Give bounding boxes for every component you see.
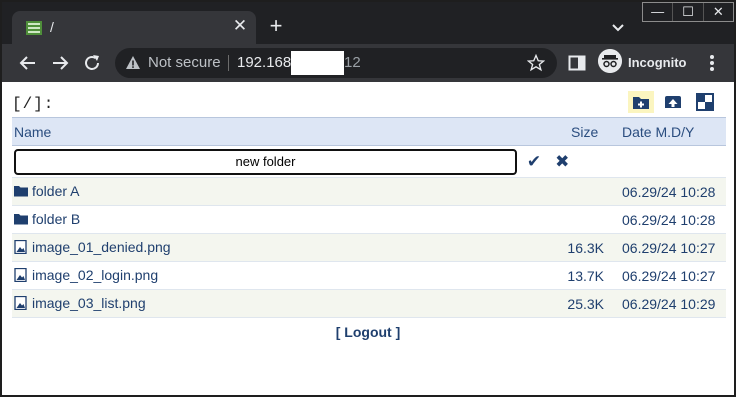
maximize-button[interactable]: ☐ bbox=[673, 3, 704, 21]
file-date: 06.29/24 10:27 bbox=[614, 261, 726, 290]
browser-toolbar: Not secure 192.168 12 Incognito bbox=[2, 44, 734, 82]
table-row[interactable]: image_03_list.png 25.3K 06.29/24 10:29 bbox=[12, 289, 726, 318]
file-name-link[interactable]: image_03_list.png bbox=[32, 295, 146, 311]
url-tail-text: 12 bbox=[344, 54, 361, 71]
checker-icon bbox=[696, 93, 714, 111]
url-redaction bbox=[291, 51, 344, 75]
file-name-link[interactable]: folder A bbox=[32, 183, 79, 199]
new-folder-button[interactable] bbox=[628, 91, 654, 113]
image-file-icon bbox=[14, 239, 27, 254]
table-row[interactable]: folder B 06.29/24 10:28 bbox=[12, 205, 726, 234]
tab-title: / bbox=[50, 19, 54, 35]
file-size bbox=[565, 205, 614, 234]
confirm-check-icon[interactable]: ✔ bbox=[527, 152, 541, 172]
file-toolbar bbox=[628, 91, 718, 115]
file-size: 13.7K bbox=[565, 261, 614, 290]
new-folder-row: ✔ ✖ bbox=[12, 145, 726, 178]
file-name-link[interactable]: image_02_login.png bbox=[32, 267, 158, 283]
logout-link[interactable]: [ Logout ] bbox=[2, 324, 734, 340]
file-date: 06.29/24 10:29 bbox=[614, 289, 726, 318]
upload-button[interactable] bbox=[660, 91, 686, 113]
reload-icon[interactable] bbox=[80, 51, 104, 75]
url-host-text: 192.168 bbox=[237, 54, 292, 71]
incognito-label: Incognito bbox=[628, 55, 687, 70]
folder-plus-icon bbox=[633, 97, 649, 109]
tab-strip: / ✕ + — ☐ ✕ bbox=[2, 2, 734, 44]
back-arrow-icon[interactable] bbox=[16, 51, 40, 75]
forward-arrow-icon[interactable] bbox=[48, 51, 72, 75]
warning-triangle-icon bbox=[126, 56, 140, 69]
security-status-label[interactable]: Not secure bbox=[148, 54, 221, 71]
table-row[interactable]: image_01_denied.png 16.3K 06.29/24 10:27 bbox=[12, 233, 726, 262]
page-content: [/]: Name Size Date M.D/Y new folder ✔ ✖… bbox=[2, 82, 734, 395]
file-browser-favicon-icon bbox=[26, 21, 42, 35]
incognito-icon bbox=[598, 49, 622, 73]
file-date: 06.29/24 10:27 bbox=[614, 233, 726, 262]
file-table: Name Size Date M.D/Y ✔ ✖ folder bbox=[12, 117, 726, 318]
bookmark-star-icon[interactable] bbox=[527, 54, 545, 72]
folder-icon bbox=[14, 185, 28, 196]
minimize-button[interactable]: — bbox=[643, 3, 674, 21]
file-date: 06.29/24 10:28 bbox=[614, 177, 726, 206]
incognito-profile-button[interactable]: Incognito bbox=[598, 49, 690, 77]
tab-close-icon[interactable]: ✕ bbox=[230, 16, 250, 36]
table-row[interactable]: folder A 06.29/24 10:28 bbox=[12, 177, 726, 206]
browser-window: / ✕ + — ☐ ✕ Not secure 192.168 12 Incogn… bbox=[0, 0, 736, 397]
table-header-row: Name Size Date M.D/Y bbox=[12, 117, 726, 146]
table-row[interactable]: image_02_login.png 13.7K 06.29/24 10:27 bbox=[12, 261, 726, 290]
current-path: [/]: bbox=[12, 95, 55, 113]
new-folder-name-input[interactable] bbox=[14, 148, 517, 175]
folder-icon bbox=[14, 213, 28, 224]
address-bar[interactable]: Not secure 192.168 12 bbox=[115, 48, 557, 78]
new-tab-button[interactable]: + bbox=[264, 15, 288, 39]
more-menu-icon[interactable] bbox=[702, 52, 722, 74]
cancel-x-icon[interactable]: ✖ bbox=[555, 152, 569, 172]
tab-active[interactable]: / ✕ bbox=[12, 11, 256, 44]
close-window-button[interactable]: ✕ bbox=[704, 3, 733, 21]
file-name-link[interactable]: image_01_denied.png bbox=[32, 239, 171, 255]
select-all-button[interactable] bbox=[692, 91, 718, 113]
file-size bbox=[565, 177, 614, 206]
file-size: 25.3K bbox=[565, 289, 614, 318]
tab-search-chevron-icon[interactable] bbox=[606, 16, 630, 40]
file-date: 06.29/24 10:28 bbox=[614, 205, 726, 234]
side-panel-icon[interactable] bbox=[568, 54, 586, 72]
omnibox-separator bbox=[228, 55, 229, 71]
column-header-date[interactable]: Date M.D/Y bbox=[614, 117, 726, 146]
image-file-icon bbox=[14, 267, 27, 282]
column-header-name[interactable]: Name bbox=[12, 117, 565, 146]
image-file-icon bbox=[14, 295, 27, 310]
column-header-size[interactable]: Size bbox=[565, 117, 614, 146]
window-controls: — ☐ ✕ bbox=[642, 2, 734, 22]
file-size: 16.3K bbox=[565, 233, 614, 262]
upload-icon bbox=[665, 96, 681, 108]
file-name-link[interactable]: folder B bbox=[32, 211, 80, 227]
